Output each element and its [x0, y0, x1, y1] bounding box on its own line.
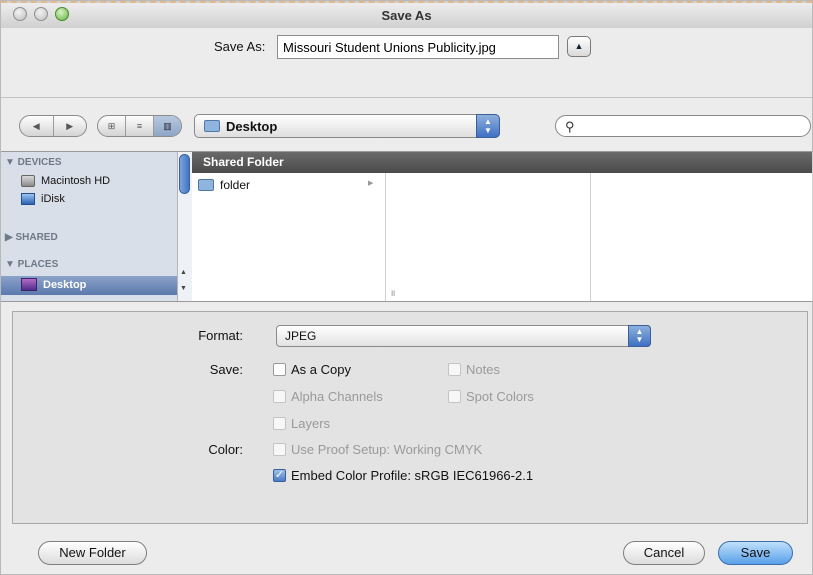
save-as-dialog: Save As Save As: ▲ ◀ ▶ ⊞ ≡ ▥ Desktop ▲▼ … [0, 0, 813, 575]
as-a-copy-checkbox[interactable]: As a Copy [273, 362, 351, 377]
checkbox-box[interactable] [273, 390, 286, 403]
column-header-label: Shared Folder [203, 155, 284, 169]
forward-arrow-icon: ▶ [66, 121, 74, 131]
list-view-button[interactable]: ≡ [126, 116, 154, 136]
checkbox-box[interactable] [273, 363, 286, 376]
search-icon: ⚲ [565, 119, 575, 134]
checkmark-icon[interactable]: ✓ [273, 469, 286, 482]
checkbox-box[interactable] [273, 417, 286, 430]
checkbox-box[interactable] [448, 390, 461, 403]
list-item[interactable]: folder [198, 178, 250, 192]
expand-dialog-button[interactable]: ▲ [567, 36, 591, 57]
layers-checkbox[interactable]: Layers [273, 416, 330, 431]
view-mode-control[interactable]: ⊞ ≡ ▥ [97, 115, 182, 137]
folder-icon [204, 120, 220, 132]
popup-arrows-icon: ▲ ▼ [476, 114, 500, 138]
back-arrow-icon: ◀ [32, 121, 40, 131]
scroll-down-icon[interactable]: ▼ [180, 285, 187, 292]
folder-icon [198, 179, 214, 191]
format-value: JPEG [285, 329, 317, 343]
column-view-button[interactable]: ▥ [154, 116, 181, 136]
browser-column-1 [192, 152, 386, 301]
icon-view-icon: ⊞ [107, 121, 116, 131]
checkbox-label: Embed Color Profile: sRGB IEC61966-2.1 [291, 468, 534, 483]
checkbox-box[interactable] [448, 363, 461, 376]
column-view-icon: ▥ [163, 121, 172, 131]
alpha-channels-checkbox[interactable]: Alpha Channels [273, 389, 383, 404]
checkbox-label: Use Proof Setup: Working CMYK [291, 442, 483, 457]
save-as-label: Save As: [214, 39, 266, 54]
browser-column-3 [591, 152, 813, 301]
triangle-up-icon: ▲ [574, 41, 584, 51]
search-field[interactable]: ⚲ [555, 115, 811, 137]
cancel-button[interactable]: Cancel [623, 541, 705, 565]
back-forward-control[interactable]: ◀ ▶ [19, 115, 87, 137]
disclosure-arrow-icon: ▶ [368, 180, 374, 187]
sidebar-item-label: Macintosh HD [41, 175, 111, 187]
sidebar: ▼ DEVICES Macintosh HD iDisk ▶ SHARED ▼ … [1, 152, 177, 301]
color-options-label: Color: [208, 442, 243, 457]
format-popup[interactable]: JPEG ▲ ▼ [276, 325, 651, 347]
embed-color-profile-checkbox[interactable]: ✓ Embed Color Profile: sRGB IEC61966-2.1 [273, 468, 533, 483]
use-proof-setup-checkbox[interactable]: Use Proof Setup: Working CMYK [273, 442, 482, 457]
title-bar[interactable]: Save As [1, 1, 812, 30]
desktop-icon [21, 278, 37, 291]
checkbox-label: Notes [466, 362, 500, 377]
scroll-up-icon[interactable]: ▲ [180, 269, 187, 276]
sidebar-header-shared[interactable]: ▶ SHARED [5, 232, 58, 243]
sidebar-scrollbar[interactable]: ▲ ▼ [177, 152, 192, 301]
spot-colors-checkbox[interactable]: Spot Colors [448, 389, 534, 404]
new-folder-button[interactable]: New Folder [38, 541, 147, 565]
back-button[interactable]: ◀ [20, 116, 54, 136]
save-options-label: Save: [209, 362, 243, 377]
column-resize-handle[interactable]: ॥ [390, 286, 395, 299]
sidebar-header-places[interactable]: ▼ PLACES [5, 259, 58, 270]
location-label: Desktop [226, 119, 278, 134]
format-label: Format: [198, 328, 243, 343]
sidebar-item-idisk[interactable]: iDisk [21, 193, 65, 205]
save-button[interactable]: Save [718, 541, 793, 565]
sidebar-scroll-thumb[interactable] [179, 154, 190, 194]
sidebar-header-devices[interactable]: ▼ DEVICES [5, 157, 62, 168]
sidebar-item-label: Desktop [43, 278, 87, 291]
sidebar-item-macintosh-hd[interactable]: Macintosh HD [21, 175, 110, 187]
checkbox-label: Alpha Channels [291, 389, 383, 404]
sidebar-item-desktop[interactable]: Desktop [21, 278, 86, 291]
sidebar-item-label: iDisk [41, 193, 65, 205]
list-view-icon: ≡ [136, 121, 143, 131]
idisk-icon [21, 193, 35, 205]
popup-arrows-icon: ▲ ▼ [628, 325, 651, 347]
checkbox-label: As a Copy [291, 362, 351, 377]
location-popup[interactable]: Desktop ▲ ▼ [194, 114, 500, 138]
icon-view-button[interactable]: ⊞ [98, 116, 126, 136]
column-header [192, 152, 812, 173]
checkbox-label: Layers [291, 416, 331, 431]
checkbox-label: Spot Colors [466, 389, 534, 404]
file-browser: ▼ DEVICES Macintosh HD iDisk ▶ SHARED ▼ … [1, 151, 813, 302]
notes-checkbox[interactable]: Notes [448, 362, 500, 377]
window-title: Save As [381, 8, 432, 23]
filename-input[interactable] [277, 35, 559, 59]
checkbox-box[interactable] [273, 443, 286, 456]
forward-button[interactable]: ▶ [54, 116, 87, 136]
hard-drive-icon [21, 175, 35, 187]
browser-column-2 [386, 152, 591, 301]
list-item-label: folder [220, 178, 251, 192]
